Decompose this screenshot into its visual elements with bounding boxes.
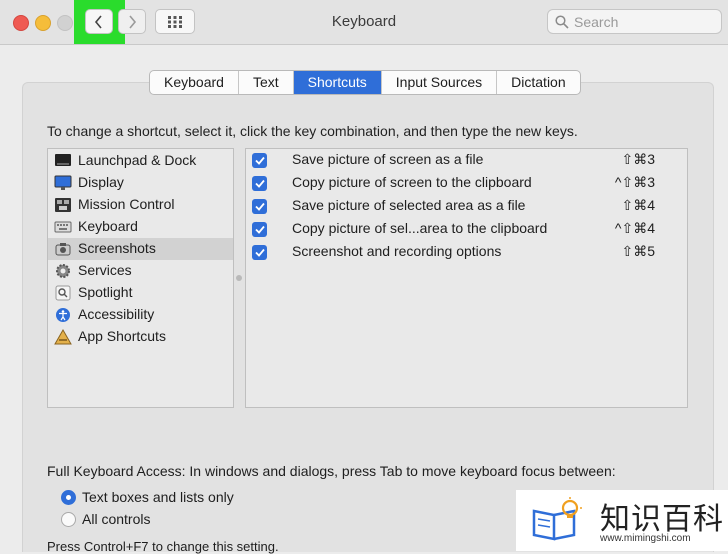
shortcut-checkbox[interactable] [252,245,267,260]
shortcut-label: Save picture of selected area as a file [292,197,526,213]
instruction-text: To change a shortcut, select it, click t… [47,123,578,139]
category-label: Spotlight [78,284,133,300]
shortcut-category-list: Launchpad & Dock Display Mission Control… [47,148,234,408]
search-placeholder: Search [574,14,619,30]
shortcut-checkbox[interactable] [252,222,267,237]
radio-button[interactable] [61,490,76,505]
search-field[interactable]: Search [547,9,722,34]
spotlight-icon [55,285,71,301]
watermark-text: 知识百科 [600,503,724,536]
category-display[interactable]: Display [48,172,233,194]
shortcut-keys[interactable]: ⇧⌘3 [621,151,655,168]
category-services[interactable]: Services [48,260,233,282]
category-spotlight[interactable]: Spotlight [48,282,233,304]
shortcut-keys[interactable]: ^⇧⌘4 [615,220,655,237]
category-label: Accessibility [78,306,155,322]
services-gear-icon [56,264,70,278]
checkmark-icon [254,179,265,188]
shortcut-label: Screenshot and recording options [292,243,502,259]
shortcut-keys[interactable]: ^⇧⌘3 [615,174,655,191]
shortcut-keys[interactable]: ⇧⌘4 [621,197,655,214]
category-label: Display [78,174,124,190]
category-app-shortcuts[interactable]: App Shortcuts [48,326,233,348]
shortcut-row[interactable]: Copy picture of screen to the clipboard … [246,172,687,195]
full-keyboard-access-label: Full Keyboard Access: In windows and dia… [47,463,616,479]
book-lightbulb-logo-icon [532,497,582,541]
shortcut-label: Copy picture of screen to the clipboard [292,174,532,190]
screenshots-icon [55,243,71,256]
shortcut-row[interactable]: Save picture of screen as a file ⇧⌘3 [246,149,687,172]
shortcut-row[interactable]: Screenshot and recording options ⇧⌘5 [246,241,687,264]
title-bar: Keyboard Search [0,0,728,45]
watermark-url: www.mimingshi.com [600,533,691,544]
tab-keyboard[interactable]: Keyboard [150,71,238,94]
category-accessibility[interactable]: Accessibility [48,304,233,326]
category-launchpad-dock[interactable]: Launchpad & Dock [48,150,233,172]
keyboard-access-note: Press Control+F7 to change this setting. [47,539,279,554]
radio-label: Text boxes and lists only [82,489,234,505]
accessibility-icon [56,308,70,322]
checkmark-icon [254,156,265,165]
checkmark-icon [254,248,265,257]
category-label: Screenshots [78,240,156,256]
category-screenshots[interactable]: Screenshots [48,238,233,260]
mission-control-icon [55,198,71,212]
shortcut-list: Save picture of screen as a file ⇧⌘3 Cop… [245,148,688,408]
shortcut-label: Copy picture of sel...area to the clipbo… [292,220,548,236]
shortcut-keys[interactable]: ⇧⌘5 [621,243,655,260]
app-shortcuts-icon [54,329,72,345]
search-icon [555,15,569,29]
category-label: App Shortcuts [78,328,166,344]
watermark: 知识百科 www.mimingshi.com [516,490,728,551]
tab-shortcuts[interactable]: Shortcuts [292,71,381,94]
category-label: Keyboard [78,218,138,234]
category-label: Mission Control [78,196,175,212]
launchpad-dock-icon [55,154,71,166]
shortcut-checkbox[interactable] [252,176,267,191]
shortcut-row[interactable]: Save picture of selected area as a file … [246,195,687,218]
shortcut-label: Save picture of screen as a file [292,151,484,167]
checkmark-icon [254,225,265,234]
radio-button[interactable] [61,512,76,527]
category-keyboard[interactable]: Keyboard [48,216,233,238]
display-icon [54,175,72,190]
category-label: Launchpad & Dock [78,152,197,168]
category-label: Services [78,262,132,278]
radio-label: All controls [82,511,151,527]
tab-text[interactable]: Text [237,71,293,94]
shortcut-checkbox[interactable] [252,199,267,214]
split-view-handle[interactable] [236,275,242,281]
shortcut-checkbox[interactable] [252,153,267,168]
checkmark-icon [254,202,265,211]
shortcut-row[interactable]: Copy picture of sel...area to the clipbo… [246,218,687,241]
keyboard-icon [54,221,72,233]
tab-dictation[interactable]: Dictation [496,71,579,94]
tab-input-sources[interactable]: Input Sources [380,71,496,94]
tab-bar: Keyboard Text Shortcuts Input Sources Di… [149,70,581,95]
category-mission-control[interactable]: Mission Control [48,194,233,216]
